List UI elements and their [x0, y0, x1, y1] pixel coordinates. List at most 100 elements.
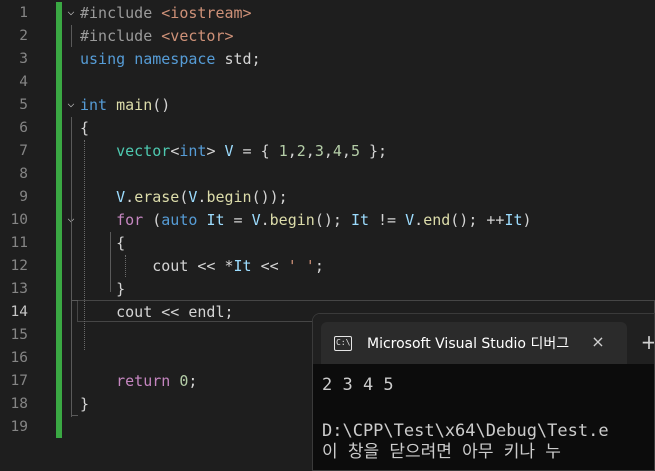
code-token: , [323, 142, 333, 160]
code-line[interactable]: int main() [80, 94, 170, 117]
code-token: V [405, 211, 415, 229]
code-line[interactable]: cout << endl; [80, 301, 234, 324]
new-tab-icon[interactable]: + [639, 330, 654, 354]
code-token: 4 [332, 142, 342, 160]
code-token: } [80, 395, 90, 413]
code-token: It [233, 257, 252, 275]
code-token: 1 [278, 142, 288, 160]
debug-console-window[interactable]: C:\ Microsoft Visual Studio 디버그 × + 2 3 … [312, 313, 655, 471]
code-token: ; [314, 257, 324, 275]
code-token: end [423, 211, 451, 229]
code-token: { [80, 119, 90, 137]
code-token: cout << endl; [80, 303, 234, 321]
code-token: using [80, 50, 126, 68]
console-titlebar[interactable]: C:\ Microsoft Visual Studio 디버그 × + [313, 314, 654, 364]
code-token: { [80, 234, 126, 252]
code-line[interactable]: V.erase(V.begin()); [80, 186, 288, 209]
code-line[interactable]: } [80, 278, 125, 301]
code-token: } [80, 280, 126, 298]
code-token: != [369, 211, 406, 229]
line-number: 16 [10, 350, 28, 366]
code-token: ' ' [287, 257, 315, 275]
code-line[interactable]: using namespace std; [80, 48, 261, 71]
code-token: . [260, 211, 270, 229]
code-line[interactable]: for (auto It = V.begin(); It != V.end();… [80, 209, 531, 232]
console-output[interactable]: 2 3 4 5 D:\CPP\Test\x64\Debug\Test.e 이 창… [313, 364, 654, 470]
code-line[interactable]: { [80, 117, 89, 140]
line-number: 15 [10, 327, 28, 343]
code-token: ; [188, 372, 198, 390]
console-output-line: 2 3 4 5 [322, 375, 394, 395]
code-line[interactable]: vector<int> V = { 1,2,3,4,5 }; [80, 140, 387, 163]
indent-guide [71, 25, 72, 47]
code-token: < [170, 142, 180, 160]
code-token: = [224, 211, 252, 229]
code-token: int [80, 96, 108, 114]
code-line[interactable]: #include <iostream> [80, 2, 252, 25]
code-token: > [206, 142, 225, 160]
code-token: main [116, 96, 153, 114]
code-token: , [341, 142, 351, 160]
scope-end-tick [71, 415, 78, 416]
code-token: 2 [296, 142, 306, 160]
console-output-line: 이 창을 닫으려면 아무 키나 누 [322, 442, 561, 462]
line-number: 14 [10, 304, 28, 320]
console-output-line: D:\CPP\Test\x64\Debug\Test.e [322, 421, 609, 441]
code-token: It [504, 211, 523, 229]
code-token: It [206, 211, 225, 229]
code-line[interactable]: return 0; [80, 370, 197, 393]
fold-chevron-icon[interactable]: ⌵ [65, 0, 77, 23]
line-number: 3 [19, 51, 28, 67]
line-number: 10 [10, 212, 28, 228]
code-token: }; [359, 142, 388, 160]
code-line[interactable]: #include <vector> [80, 25, 234, 48]
code-token: std; [215, 50, 261, 68]
code-token: auto [161, 211, 198, 229]
change-tracking-bar [56, 2, 62, 438]
line-number: 4 [19, 74, 28, 90]
code-token: (); ++ [450, 211, 505, 229]
terminal-icon: C:\ [334, 336, 352, 351]
close-tab-icon[interactable]: × [588, 330, 608, 354]
code-token: (); [314, 211, 351, 229]
code-line[interactable]: cout << *It << ' '; [80, 255, 324, 278]
code-token: 5 [350, 142, 360, 160]
code-token: ()); [251, 188, 288, 206]
fold-chevron-icon[interactable]: ⌵ [65, 92, 77, 115]
code-token: begin [206, 188, 252, 206]
code-token: It [350, 211, 369, 229]
line-number: 9 [19, 189, 28, 205]
line-number: 2 [19, 28, 28, 44]
code-line[interactable]: } [80, 393, 89, 416]
code-token: () [152, 96, 171, 114]
code-token: #include [80, 4, 162, 22]
line-number-gutter: 1 2 3 4 5 6 7 8 9 10 11 12 13 14 15 16 17 18 19 [0, 0, 56, 471]
code-token: . [125, 188, 135, 206]
code-token: <iostream> [161, 4, 252, 22]
code-token: , [287, 142, 297, 160]
code-token: return [116, 372, 171, 390]
line-number: 18 [10, 396, 28, 412]
line-number: 12 [10, 258, 28, 274]
indent-guide [71, 117, 72, 417]
code-token: for [116, 211, 144, 229]
code-token: ( [143, 211, 162, 229]
line-number: 11 [10, 235, 28, 251]
line-number: 1 [19, 5, 28, 21]
line-number: 17 [10, 373, 28, 389]
code-token: . [414, 211, 424, 229]
code-token: << [251, 257, 288, 275]
line-number: 7 [19, 143, 28, 159]
line-number: 8 [19, 166, 28, 182]
code-token: , [305, 142, 315, 160]
code-token: int [179, 142, 207, 160]
code-token: V [224, 142, 234, 160]
code-line[interactable]: { [80, 232, 125, 255]
scope-end-tick [71, 300, 78, 301]
